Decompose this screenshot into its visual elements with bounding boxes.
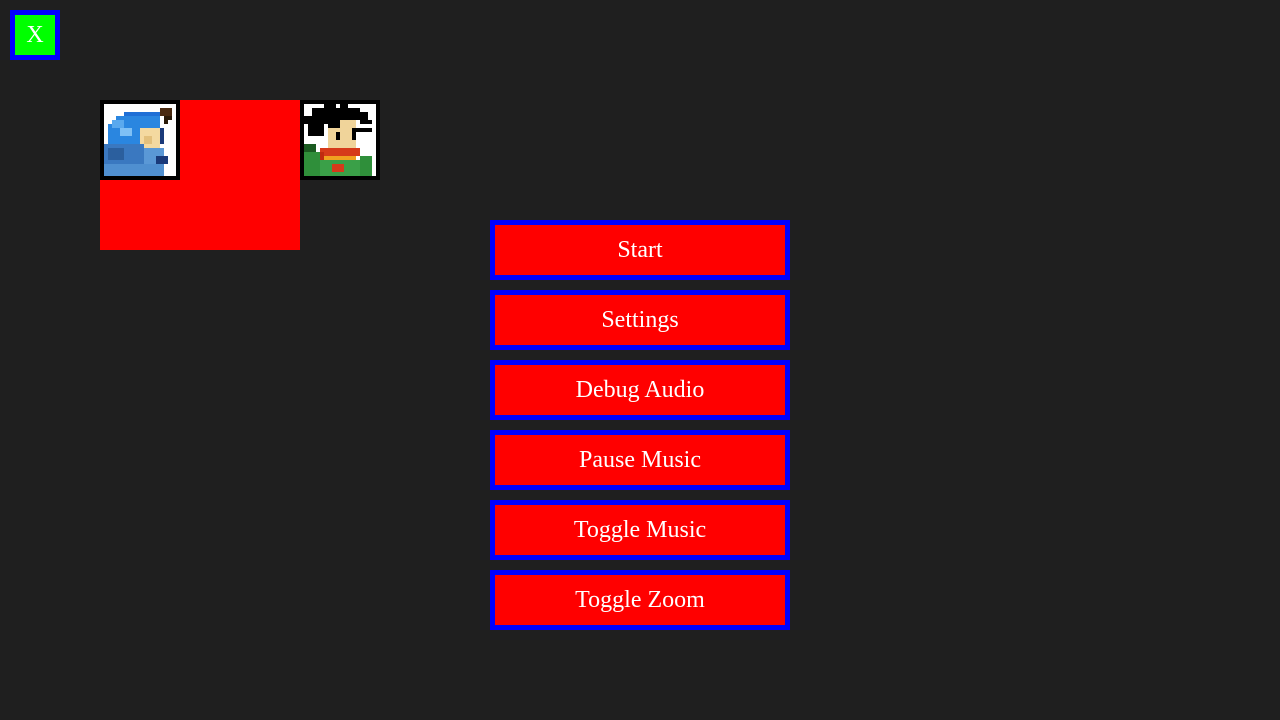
toggle-music-button[interactable]: Toggle Music <box>490 500 790 560</box>
pause-music-button[interactable]: Pause Music <box>490 430 790 490</box>
settings-button[interactable]: Settings <box>490 290 790 350</box>
debug-audio-button[interactable]: Debug Audio <box>490 360 790 420</box>
blue-haired-character-portrait-icon <box>104 104 176 176</box>
black-haired-character-portrait-icon <box>304 104 376 176</box>
close-button[interactable]: X <box>10 10 60 60</box>
portrait-blue-character[interactable] <box>100 100 180 180</box>
start-button[interactable]: Start <box>490 220 790 280</box>
toggle-zoom-button[interactable]: Toggle Zoom <box>490 570 790 630</box>
portrait-dark-haired-character[interactable] <box>300 100 380 180</box>
game-screen: X Start Settings Debug Audio Pause Music… <box>0 0 1280 720</box>
close-button-label: X <box>26 22 44 48</box>
main-menu: Start Settings Debug Audio Pause Music T… <box>490 220 790 640</box>
